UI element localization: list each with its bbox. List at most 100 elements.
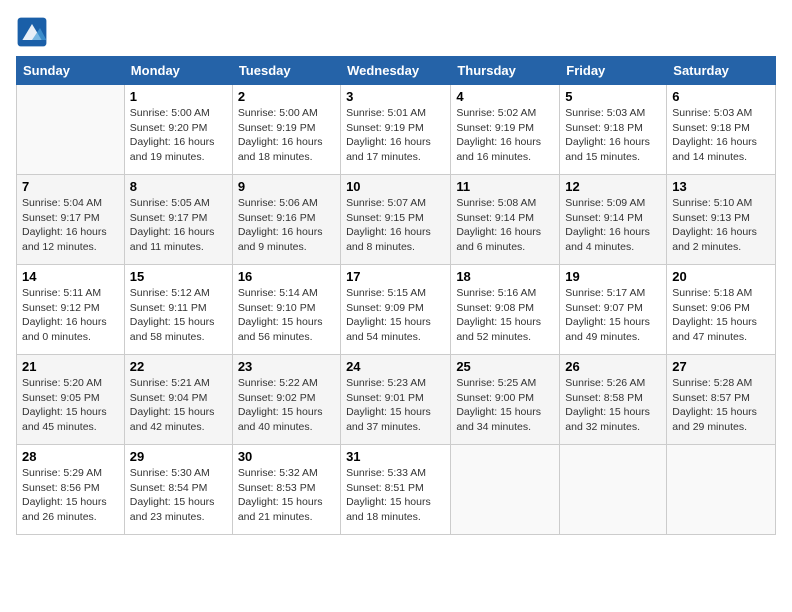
day-number: 25	[456, 359, 554, 374]
day-info: Sunrise: 5:06 AM Sunset: 9:16 PM Dayligh…	[238, 196, 335, 255]
day-number: 10	[346, 179, 445, 194]
day-number: 20	[672, 269, 770, 284]
day-cell: 29 Sunrise: 5:30 AM Sunset: 8:54 PM Dayli…	[124, 445, 232, 535]
day-info: Sunrise: 5:05 AM Sunset: 9:17 PM Dayligh…	[130, 196, 227, 255]
day-cell: 27 Sunrise: 5:28 AM Sunset: 8:57 PM Dayli…	[667, 355, 776, 445]
col-header-saturday: Saturday	[667, 57, 776, 85]
day-number: 6	[672, 89, 770, 104]
day-info: Sunrise: 5:28 AM Sunset: 8:57 PM Dayligh…	[672, 376, 770, 435]
day-number: 17	[346, 269, 445, 284]
day-info: Sunrise: 5:21 AM Sunset: 9:04 PM Dayligh…	[130, 376, 227, 435]
day-cell: 15 Sunrise: 5:12 AM Sunset: 9:11 PM Dayli…	[124, 265, 232, 355]
day-info: Sunrise: 5:18 AM Sunset: 9:06 PM Dayligh…	[672, 286, 770, 345]
week-row-3: 14 Sunrise: 5:11 AM Sunset: 9:12 PM Dayli…	[17, 265, 776, 355]
day-cell: 1 Sunrise: 5:00 AM Sunset: 9:20 PM Daylig…	[124, 85, 232, 175]
day-info: Sunrise: 5:22 AM Sunset: 9:02 PM Dayligh…	[238, 376, 335, 435]
day-cell: 12 Sunrise: 5:09 AM Sunset: 9:14 PM Dayli…	[560, 175, 667, 265]
col-header-wednesday: Wednesday	[341, 57, 451, 85]
day-cell: 25 Sunrise: 5:25 AM Sunset: 9:00 PM Dayli…	[451, 355, 560, 445]
day-cell: 9 Sunrise: 5:06 AM Sunset: 9:16 PM Daylig…	[232, 175, 340, 265]
day-cell: 20 Sunrise: 5:18 AM Sunset: 9:06 PM Dayli…	[667, 265, 776, 355]
day-info: Sunrise: 5:32 AM Sunset: 8:53 PM Dayligh…	[238, 466, 335, 525]
col-header-sunday: Sunday	[17, 57, 125, 85]
day-cell: 7Sunrise: 5:04 AM Sunset: 9:17 PM Daylig…	[17, 175, 125, 265]
day-info: Sunrise: 5:00 AM Sunset: 9:19 PM Dayligh…	[238, 106, 335, 165]
day-number: 21	[22, 359, 119, 374]
week-row-5: 28 Sunrise: 5:29 AM Sunset: 8:56 PM Dayli…	[17, 445, 776, 535]
day-info: Sunrise: 5:12 AM Sunset: 9:11 PM Dayligh…	[130, 286, 227, 345]
day-cell	[451, 445, 560, 535]
day-number: 5	[565, 89, 661, 104]
day-cell: 11Sunrise: 5:08 AM Sunset: 9:14 PM Dayli…	[451, 175, 560, 265]
day-cell: 26Sunrise: 5:26 AM Sunset: 8:58 PM Dayli…	[560, 355, 667, 445]
day-info: Sunrise: 5:30 AM Sunset: 8:54 PM Dayligh…	[130, 466, 227, 525]
day-info: Sunrise: 5:11 AM Sunset: 9:12 PM Dayligh…	[22, 286, 119, 345]
day-cell: 21 Sunrise: 5:20 AM Sunset: 9:05 PM Dayli…	[17, 355, 125, 445]
day-number: 4	[456, 89, 554, 104]
col-header-thursday: Thursday	[451, 57, 560, 85]
day-cell: 13 Sunrise: 5:10 AM Sunset: 9:13 PM Dayli…	[667, 175, 776, 265]
day-number: 1	[130, 89, 227, 104]
day-cell: 23Sunrise: 5:22 AM Sunset: 9:02 PM Dayli…	[232, 355, 340, 445]
day-number: 27	[672, 359, 770, 374]
day-number: 19	[565, 269, 661, 284]
day-info: Sunrise: 5:25 AM Sunset: 9:00 PM Dayligh…	[456, 376, 554, 435]
day-number: 31	[346, 449, 445, 464]
week-row-4: 21 Sunrise: 5:20 AM Sunset: 9:05 PM Dayli…	[17, 355, 776, 445]
day-info: Sunrise: 5:07 AM Sunset: 9:15 PM Dayligh…	[346, 196, 445, 255]
day-cell: 5 Sunrise: 5:03 AM Sunset: 9:18 PM Daylig…	[560, 85, 667, 175]
day-number: 15	[130, 269, 227, 284]
day-cell: 19 Sunrise: 5:17 AM Sunset: 9:07 PM Dayli…	[560, 265, 667, 355]
day-cell: 30Sunrise: 5:32 AM Sunset: 8:53 PM Dayli…	[232, 445, 340, 535]
day-number: 9	[238, 179, 335, 194]
day-info: Sunrise: 5:17 AM Sunset: 9:07 PM Dayligh…	[565, 286, 661, 345]
day-info: Sunrise: 5:29 AM Sunset: 8:56 PM Dayligh…	[22, 466, 119, 525]
day-info: Sunrise: 5:10 AM Sunset: 9:13 PM Dayligh…	[672, 196, 770, 255]
day-cell: 17 Sunrise: 5:15 AM Sunset: 9:09 PM Dayli…	[341, 265, 451, 355]
day-number: 24	[346, 359, 445, 374]
day-cell: 3 Sunrise: 5:01 AM Sunset: 9:19 PM Daylig…	[341, 85, 451, 175]
day-cell: 4 Sunrise: 5:02 AM Sunset: 9:19 PM Daylig…	[451, 85, 560, 175]
day-number: 12	[565, 179, 661, 194]
logo-icon	[16, 16, 48, 48]
calendar-table: SundayMondayTuesdayWednesdayThursdayFrid…	[16, 56, 776, 535]
day-info: Sunrise: 5:02 AM Sunset: 9:19 PM Dayligh…	[456, 106, 554, 165]
day-cell: 31 Sunrise: 5:33 AM Sunset: 8:51 PM Dayli…	[341, 445, 451, 535]
col-header-friday: Friday	[560, 57, 667, 85]
day-number: 16	[238, 269, 335, 284]
day-cell: 28 Sunrise: 5:29 AM Sunset: 8:56 PM Dayli…	[17, 445, 125, 535]
day-info: Sunrise: 5:16 AM Sunset: 9:08 PM Dayligh…	[456, 286, 554, 345]
day-cell: 22Sunrise: 5:21 AM Sunset: 9:04 PM Dayli…	[124, 355, 232, 445]
day-info: Sunrise: 5:15 AM Sunset: 9:09 PM Dayligh…	[346, 286, 445, 345]
day-number: 14	[22, 269, 119, 284]
day-cell	[17, 85, 125, 175]
day-number: 7	[22, 179, 119, 194]
day-cell: 24 Sunrise: 5:23 AM Sunset: 9:01 PM Dayli…	[341, 355, 451, 445]
day-info: Sunrise: 5:01 AM Sunset: 9:19 PM Dayligh…	[346, 106, 445, 165]
col-header-tuesday: Tuesday	[232, 57, 340, 85]
day-info: Sunrise: 5:23 AM Sunset: 9:01 PM Dayligh…	[346, 376, 445, 435]
week-row-2: 7Sunrise: 5:04 AM Sunset: 9:17 PM Daylig…	[17, 175, 776, 265]
day-info: Sunrise: 5:03 AM Sunset: 9:18 PM Dayligh…	[565, 106, 661, 165]
day-cell: 8 Sunrise: 5:05 AM Sunset: 9:17 PM Daylig…	[124, 175, 232, 265]
day-number: 11	[456, 179, 554, 194]
col-header-monday: Monday	[124, 57, 232, 85]
day-info: Sunrise: 5:14 AM Sunset: 9:10 PM Dayligh…	[238, 286, 335, 345]
day-info: Sunrise: 5:03 AM Sunset: 9:18 PM Dayligh…	[672, 106, 770, 165]
day-number: 8	[130, 179, 227, 194]
day-number: 29	[130, 449, 227, 464]
day-cell: 14 Sunrise: 5:11 AM Sunset: 9:12 PM Dayli…	[17, 265, 125, 355]
day-cell	[560, 445, 667, 535]
week-row-1: 1 Sunrise: 5:00 AM Sunset: 9:20 PM Daylig…	[17, 85, 776, 175]
day-info: Sunrise: 5:09 AM Sunset: 9:14 PM Dayligh…	[565, 196, 661, 255]
day-cell: 2Sunrise: 5:00 AM Sunset: 9:19 PM Daylig…	[232, 85, 340, 175]
day-number: 3	[346, 89, 445, 104]
day-info: Sunrise: 5:00 AM Sunset: 9:20 PM Dayligh…	[130, 106, 227, 165]
day-cell: 10 Sunrise: 5:07 AM Sunset: 9:15 PM Dayli…	[341, 175, 451, 265]
day-number: 26	[565, 359, 661, 374]
day-cell: 6 Sunrise: 5:03 AM Sunset: 9:18 PM Daylig…	[667, 85, 776, 175]
day-number: 13	[672, 179, 770, 194]
day-info: Sunrise: 5:33 AM Sunset: 8:51 PM Dayligh…	[346, 466, 445, 525]
day-number: 28	[22, 449, 119, 464]
day-info: Sunrise: 5:20 AM Sunset: 9:05 PM Dayligh…	[22, 376, 119, 435]
